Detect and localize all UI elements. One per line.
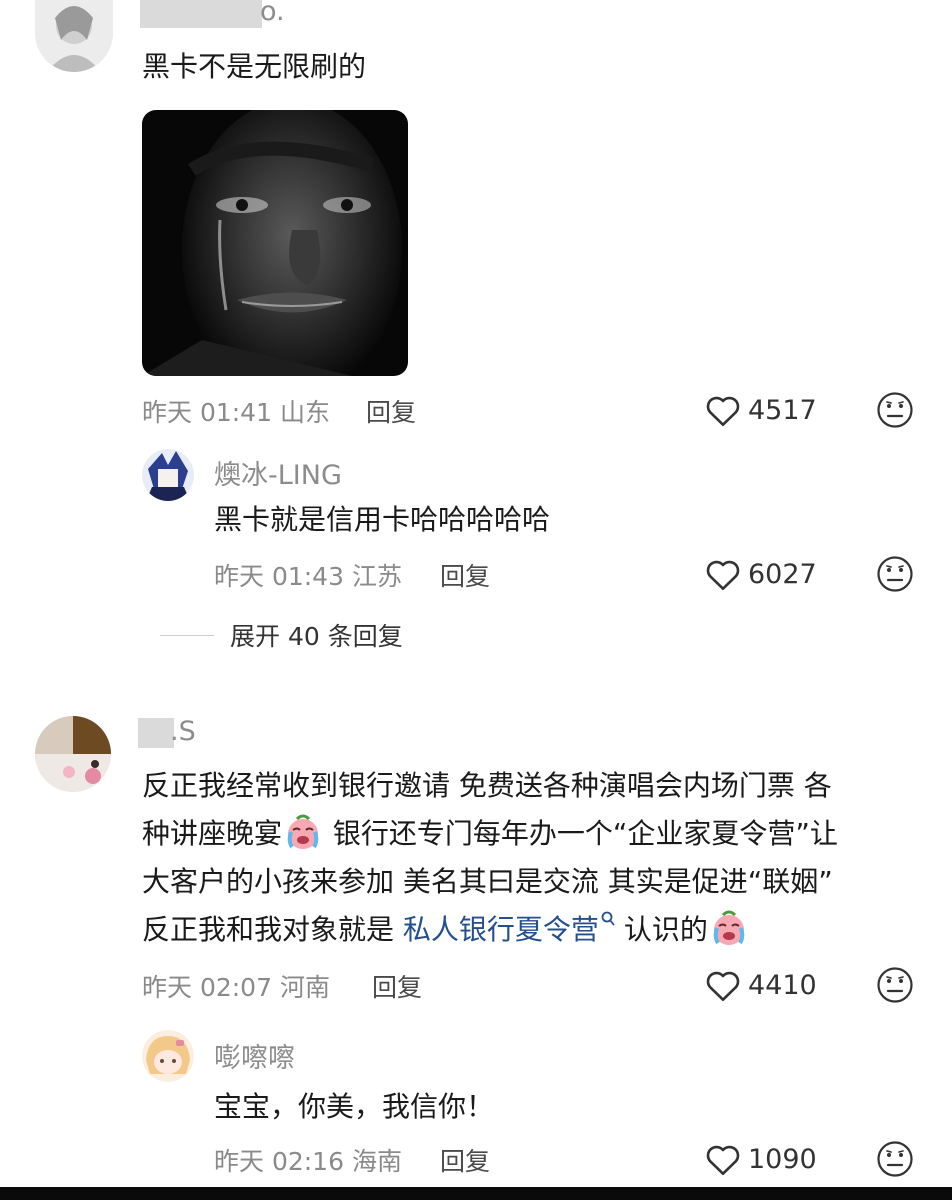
reply-text: 宝宝，你美，我信你！ — [214, 1090, 495, 1123]
username-redaction — [138, 718, 174, 748]
comment-image[interactable] — [142, 110, 408, 376]
comment-meta: 昨天 01:41 山东 — [142, 393, 330, 429]
comment-text-line: 反正我经常收到银行邀请 免费送各种演唱会内场门票 各 — [142, 769, 832, 802]
comment-text: 黑卡不是无限刷的 — [142, 50, 367, 83]
comment-text-line: 反正我和我对象就是 私人银行夏令营 认识的 — [142, 906, 922, 954]
heart-outline-icon — [706, 1145, 740, 1175]
comment-text-line: 种讲座晚宴 银行还专门每年办一个“企业家夏令营”让 — [142, 810, 922, 858]
comment-text-line: 大客户的小孩来参加 美名其曰是交流 其实是促进“联姻” — [142, 865, 833, 898]
crying-face-emoji — [287, 814, 319, 849]
expand-label: 展开 40 条回复 — [230, 622, 403, 651]
search-icon — [601, 911, 615, 926]
reply-location: 江苏 — [351, 562, 402, 591]
dislike-button[interactable] — [876, 555, 914, 593]
reply-text: 黑卡就是信用卡哈哈哈哈哈 — [214, 503, 551, 536]
crying-face-emoji — [713, 910, 745, 945]
username-redaction — [140, 0, 262, 28]
comment-username[interactable]: .S — [170, 716, 196, 747]
neutral-face-icon — [877, 1141, 913, 1177]
comment-text-fragment: 反正我和我对象就是 — [142, 913, 403, 946]
like-button[interactable]: 4517 — [704, 393, 817, 427]
comment-location: 山东 — [279, 398, 330, 427]
like-button[interactable]: 4410 — [704, 968, 817, 1002]
comment-time: 昨天 01:41 — [142, 398, 272, 427]
comment-username[interactable]: o. — [260, 0, 285, 27]
comment-text-fragment: 银行还专门每年办一个“企业家夏令营”让 — [324, 817, 838, 850]
comment-text-fragment: 认识的 — [614, 913, 708, 946]
neutral-face-icon — [877, 556, 913, 592]
expand-divider — [160, 634, 214, 636]
keyword-search-link[interactable]: 私人银行夏令营 — [402, 911, 615, 946]
like-count: 6027 — [748, 558, 817, 590]
reply-meta: 昨天 02:16 海南 — [214, 1142, 402, 1178]
reply-username[interactable]: 嘭嚓嚓 — [214, 1036, 295, 1075]
reply-location: 海南 — [351, 1147, 402, 1176]
reply-button[interactable]: 回复 — [372, 968, 422, 1004]
neutral-face-icon — [877, 967, 913, 1003]
keyword-link-text: 私人银行夏令营 — [402, 913, 599, 946]
comment-text-fragment: 种讲座晚宴 — [142, 817, 283, 850]
reply-button[interactable]: 回复 — [366, 393, 416, 429]
dislike-button[interactable] — [876, 1140, 914, 1178]
like-count: 4517 — [748, 394, 817, 426]
reply-meta: 昨天 01:43 江苏 — [214, 557, 402, 593]
heart-outline-icon — [706, 560, 740, 590]
neutral-face-icon — [877, 392, 913, 428]
reply-avatar[interactable] — [142, 1030, 194, 1082]
like-button[interactable]: 6027 — [704, 557, 817, 591]
like-count: 1090 — [748, 1143, 817, 1175]
reply-username[interactable]: 燠冰-LING — [214, 453, 342, 492]
reply-time: 昨天 02:16 — [214, 1147, 344, 1176]
heart-outline-icon — [706, 971, 740, 1001]
reply-avatar[interactable] — [142, 449, 194, 501]
like-button[interactable]: 1090 — [704, 1142, 817, 1176]
avatar[interactable] — [35, 0, 113, 72]
reply-time: 昨天 01:43 — [214, 562, 344, 591]
avatar[interactable] — [35, 716, 111, 792]
reply-button[interactable]: 回复 — [440, 1142, 490, 1178]
dislike-button[interactable] — [876, 391, 914, 429]
comment-location: 河南 — [279, 973, 330, 1002]
expand-replies-button[interactable]: 展开 40 条回复 — [160, 617, 403, 653]
heart-outline-icon — [706, 396, 740, 426]
comment-text: 反正我经常收到银行邀请 免费送各种演唱会内场门票 各 种讲座晚宴 银行还专门每年… — [142, 762, 922, 954]
dislike-button[interactable] — [876, 966, 914, 1004]
like-count: 4410 — [748, 969, 817, 1001]
comment-time: 昨天 02:07 — [142, 973, 272, 1002]
comment-meta: 昨天 02:07 河南 — [142, 968, 330, 1004]
reply-button[interactable]: 回复 — [440, 557, 490, 593]
bottom-bar — [0, 1187, 952, 1200]
